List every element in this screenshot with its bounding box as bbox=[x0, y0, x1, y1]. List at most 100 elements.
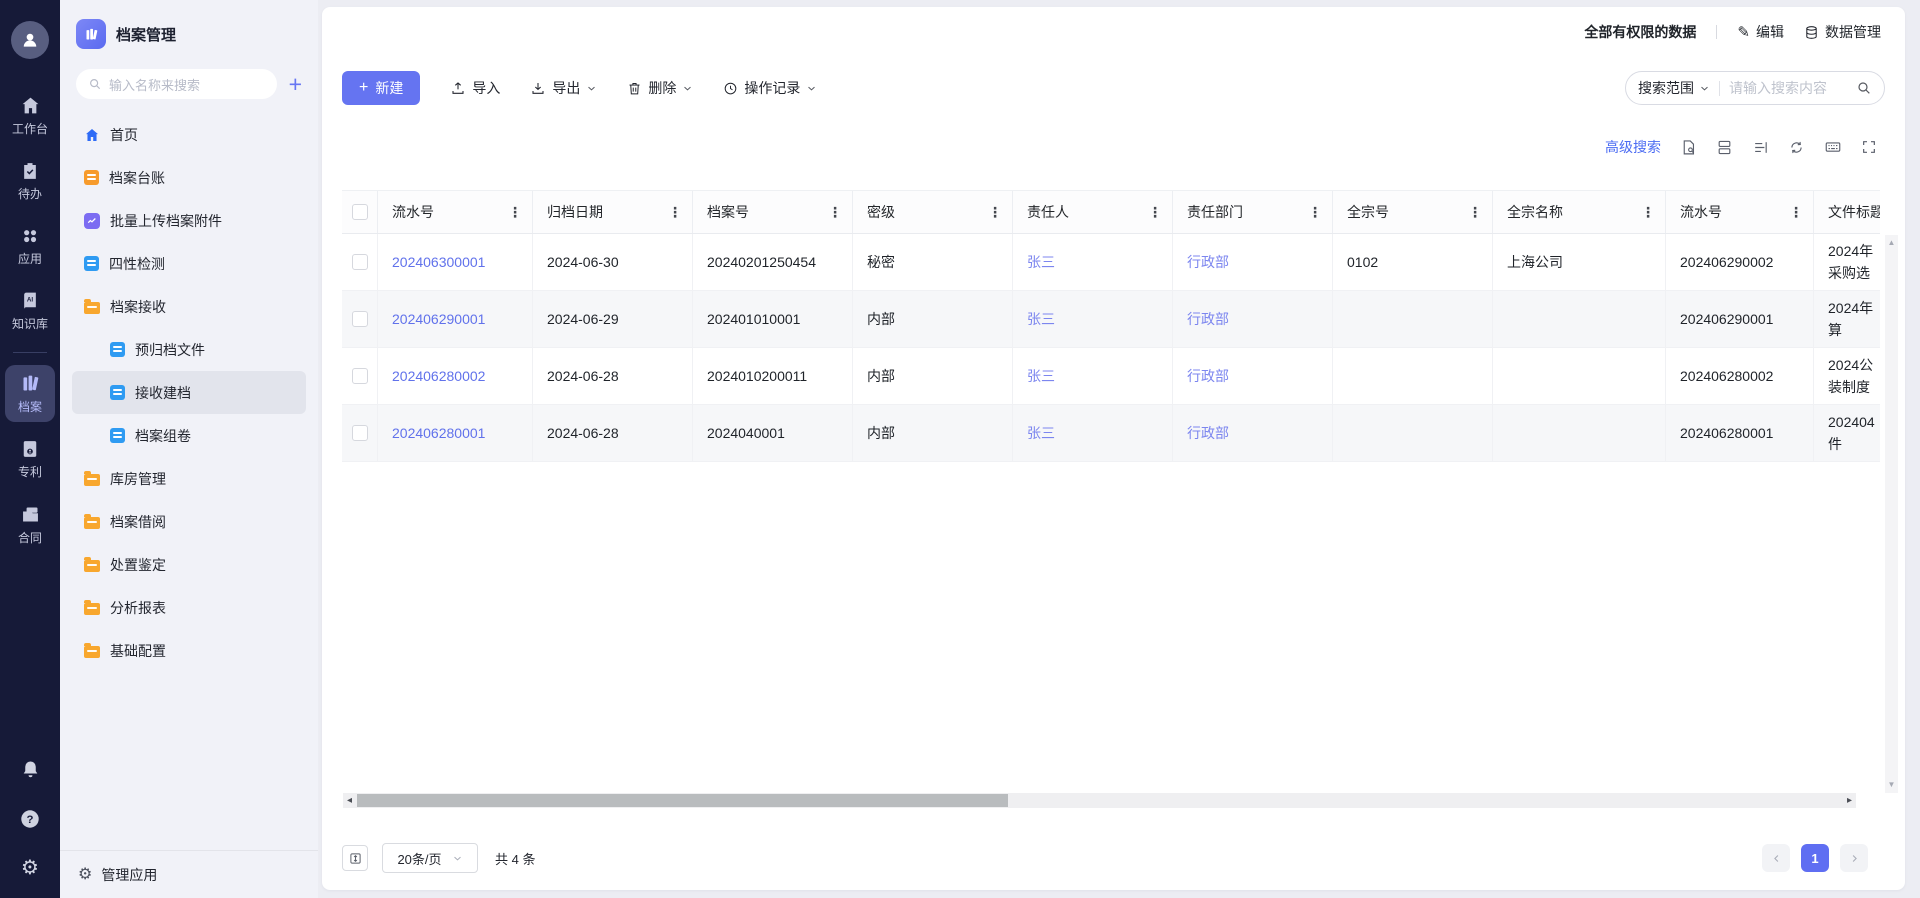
horizontal-scroll-thumb[interactable] bbox=[357, 794, 1008, 807]
rail-item-label: 工作台 bbox=[12, 120, 48, 137]
data-manage-label: 数据管理 bbox=[1825, 22, 1881, 42]
sidebar-item-receive-filing[interactable]: 接收建档 bbox=[72, 371, 306, 414]
sidebar-item-archive-receive[interactable]: 档案接收 bbox=[72, 285, 306, 328]
dept-link[interactable]: 行政部 bbox=[1187, 252, 1229, 272]
sidebar-item-disposal[interactable]: 处置鉴定 bbox=[72, 543, 306, 586]
cell-secrecy: 内部 bbox=[853, 405, 1013, 461]
import-button[interactable]: 导入 bbox=[450, 78, 500, 98]
serial-link[interactable]: 202406290001 bbox=[392, 311, 485, 327]
export-label: 导出 bbox=[552, 78, 580, 98]
records-table: 流水号⋮ 归档日期⋮ 档案号⋮ 密级⋮ 责任人⋮ 责任部门⋮ 全宗号⋮ 全宗名称… bbox=[342, 190, 1880, 790]
delete-button[interactable]: 删除 bbox=[627, 78, 693, 98]
search-icon[interactable] bbox=[1856, 80, 1872, 96]
scroll-down-icon[interactable]: ▼ bbox=[1888, 781, 1896, 789]
refresh-icon[interactable] bbox=[1788, 139, 1805, 156]
help-icon[interactable]: ? bbox=[19, 808, 41, 830]
scroll-left-icon[interactable]: ◂ bbox=[347, 796, 352, 806]
owner-link[interactable]: 张三 bbox=[1027, 423, 1055, 443]
export-doc-icon[interactable] bbox=[1680, 139, 1697, 156]
serial-link[interactable]: 202406280001 bbox=[392, 425, 485, 441]
new-button[interactable]: + 新建 bbox=[342, 71, 420, 105]
column-menu-icon[interactable]: ⋮ bbox=[668, 204, 682, 221]
delete-label: 删除 bbox=[648, 78, 676, 98]
rail-item-apps[interactable]: 应用 bbox=[5, 218, 55, 274]
sidebar-item-archive-volume[interactable]: 档案组卷 bbox=[72, 414, 306, 457]
sidebar-item-batch-upload[interactable]: 批量上传档案附件 bbox=[72, 199, 306, 242]
prev-page-button[interactable] bbox=[1762, 844, 1790, 872]
keyboard-icon[interactable] bbox=[1824, 138, 1842, 156]
bell-icon[interactable] bbox=[20, 759, 41, 780]
patent-doc-icon bbox=[20, 439, 40, 459]
upload-icon bbox=[450, 80, 466, 96]
row-checkbox[interactable] bbox=[352, 311, 368, 327]
dept-link[interactable]: 行政部 bbox=[1187, 366, 1229, 386]
search-scope-dropdown[interactable]: 搜索范围 bbox=[1638, 78, 1710, 98]
vertical-scrollbar[interactable]: ▲ ▼ bbox=[1885, 235, 1898, 793]
column-menu-icon[interactable]: ⋮ bbox=[1641, 204, 1655, 221]
sidebar-item-four-check[interactable]: 四性检测 bbox=[72, 242, 306, 285]
column-menu-icon[interactable]: ⋮ bbox=[1468, 204, 1482, 221]
owner-link[interactable]: 张三 bbox=[1027, 309, 1055, 329]
cell-file-no: 2024010200011 bbox=[693, 348, 853, 404]
cell-title: 2024年采购选 bbox=[1814, 234, 1880, 290]
rail-item-workbench[interactable]: 工作台 bbox=[5, 87, 55, 144]
owner-link[interactable]: 张三 bbox=[1027, 252, 1055, 272]
scroll-right-icon[interactable]: ▸ bbox=[1847, 796, 1852, 806]
card-layout-icon[interactable] bbox=[1716, 139, 1733, 156]
serial-link[interactable]: 202406280002 bbox=[392, 368, 485, 384]
row-checkbox[interactable] bbox=[352, 368, 368, 384]
column-menu-icon[interactable]: ⋮ bbox=[1148, 204, 1162, 221]
search-input[interactable]: 请输入搜索内容 bbox=[1729, 78, 1847, 98]
column-menu-icon[interactable]: ⋮ bbox=[1308, 204, 1322, 221]
sidebar-item-label: 接收建档 bbox=[135, 383, 191, 403]
scroll-up-icon[interactable]: ▲ bbox=[1888, 239, 1896, 247]
column-menu-icon[interactable]: ⋮ bbox=[988, 204, 1002, 221]
rail-item-contract[interactable]: 合同 bbox=[5, 496, 55, 553]
title-line: 202404 bbox=[1828, 411, 1875, 433]
sidebar-item-borrow[interactable]: 档案借阅 bbox=[72, 500, 306, 543]
module-sidebar: 档案管理 输入名称来搜索 + 首页 档案台账 批量上传档案附件 四性检测 bbox=[60, 0, 318, 898]
sidebar-item-base-config[interactable]: 基础配置 bbox=[72, 629, 306, 672]
column-menu-icon[interactable]: ⋮ bbox=[1789, 204, 1803, 221]
column-menu-icon[interactable]: ⋮ bbox=[508, 204, 522, 221]
advanced-search-link[interactable]: 高级搜索 bbox=[1605, 137, 1661, 157]
title-line: 件 bbox=[1828, 433, 1842, 455]
page-size-select[interactable]: 20条/页 bbox=[382, 843, 478, 873]
sidebar-item-reports[interactable]: 分析报表 bbox=[72, 586, 306, 629]
current-page-button[interactable]: 1 bbox=[1801, 844, 1829, 872]
add-button[interactable]: + bbox=[289, 73, 302, 96]
column-menu-icon[interactable]: ⋮ bbox=[828, 204, 842, 221]
data-manage-button[interactable]: 数据管理 bbox=[1804, 22, 1881, 42]
row-height-button[interactable] bbox=[342, 845, 368, 871]
serial-link[interactable]: 202406300001 bbox=[392, 254, 485, 270]
owner-link[interactable]: 张三 bbox=[1027, 366, 1055, 386]
next-page-button[interactable] bbox=[1840, 844, 1868, 872]
column-settings-icon[interactable] bbox=[1752, 139, 1769, 156]
settings-gear-icon[interactable]: ⚙ bbox=[21, 858, 39, 878]
cell-secrecy: 内部 bbox=[853, 291, 1013, 347]
sidebar-item-warehouse[interactable]: 库房管理 bbox=[72, 457, 306, 500]
cell-fonds-name: 上海公司 bbox=[1493, 234, 1666, 290]
rail-item-knowledge[interactable]: AI 知识库 bbox=[5, 283, 55, 339]
rail-item-archive[interactable]: 档案 bbox=[5, 365, 55, 422]
row-checkbox[interactable] bbox=[352, 254, 368, 270]
fullscreen-icon[interactable] bbox=[1861, 139, 1877, 155]
sidebar-item-home[interactable]: 首页 bbox=[72, 113, 306, 156]
row-checkbox[interactable] bbox=[352, 425, 368, 441]
sidebar-search-input[interactable]: 输入名称来搜索 bbox=[76, 69, 277, 99]
operation-log-button[interactable]: 操作记录 bbox=[723, 78, 817, 98]
dept-link[interactable]: 行政部 bbox=[1187, 423, 1229, 443]
dept-link[interactable]: 行政部 bbox=[1187, 309, 1229, 329]
user-avatar[interactable] bbox=[11, 21, 49, 59]
rail-item-patent[interactable]: 专利 bbox=[5, 431, 55, 487]
select-all-checkbox[interactable] bbox=[352, 204, 368, 220]
export-button[interactable]: 导出 bbox=[530, 78, 597, 98]
sidebar-item-pre-archive[interactable]: 预归档文件 bbox=[72, 328, 306, 371]
rail-item-todo[interactable]: 待办 bbox=[5, 153, 55, 209]
edit-button[interactable]: ✎ 编辑 bbox=[1737, 22, 1784, 42]
horizontal-scrollbar[interactable]: ◂ ▸ bbox=[343, 793, 1856, 808]
manage-app-button[interactable]: ⚙ 管理应用 bbox=[60, 850, 318, 898]
sidebar-item-ledger[interactable]: 档案台账 bbox=[72, 156, 306, 199]
cell-archive-date: 2024-06-28 bbox=[533, 405, 693, 461]
grid-apps-icon bbox=[20, 226, 40, 246]
